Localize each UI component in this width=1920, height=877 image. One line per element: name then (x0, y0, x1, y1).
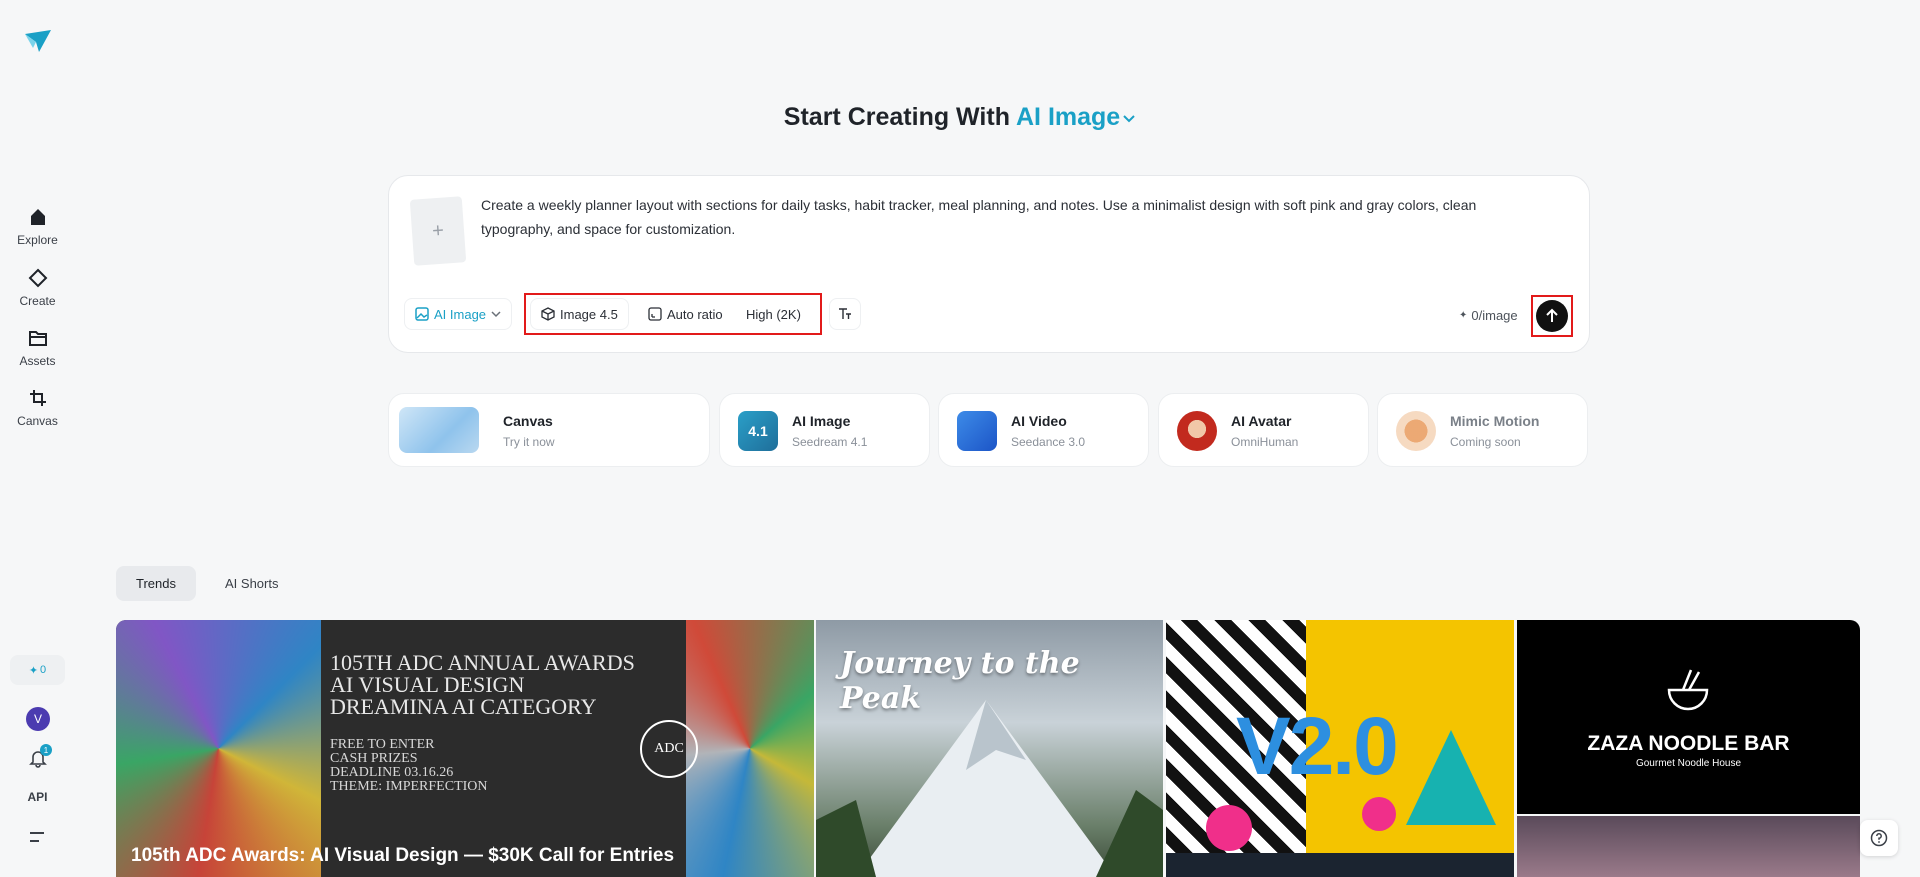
noodle-bowl-icon (1667, 669, 1709, 711)
card-subtitle: OmniHuman (1231, 435, 1299, 449)
text-icon (839, 308, 851, 319)
adc-poster-line: DREAMINA AI CATEGORY (330, 694, 597, 719)
help-button[interactable] (1860, 820, 1898, 856)
gallery-caption: 105th ADC Awards: AI Visual Design — $30… (131, 845, 675, 866)
api-link[interactable]: API (0, 790, 75, 804)
v2-pyramid (1406, 730, 1496, 825)
mimic-motion-thumbnail (1396, 411, 1436, 451)
card-title: Canvas (503, 413, 553, 429)
gallery-tile-zaza-noodle[interactable]: ZAZA NOODLE BAR Gourmet Noodle House (1517, 620, 1860, 814)
sidebar-item-label: Assets (19, 354, 56, 368)
sidebar-item-create[interactable]: Create (0, 268, 75, 310)
adc-poster-detail: THEME: IMPERFECTION (330, 779, 488, 794)
sparkle-icon: ✦ (28, 664, 39, 677)
card-subtitle: Seedream 4.1 (792, 435, 868, 449)
card-ai-video[interactable]: AI Video Seedance 3.0 (938, 393, 1149, 467)
adc-poster-art-right (686, 620, 814, 877)
tab-trends[interactable]: Trends (116, 566, 196, 601)
page-title-prefix: Start Creating With (783, 103, 1010, 131)
canvas-thumbnail (399, 407, 479, 453)
card-title: AI Video (1011, 413, 1067, 429)
diamond-icon (28, 268, 47, 288)
home-icon (30, 209, 45, 225)
sidebar-item-canvas[interactable]: Canvas (0, 388, 75, 430)
card-canvas[interactable]: Canvas Try it now (388, 393, 710, 467)
generator-select-label: AI Image (434, 306, 487, 322)
mode-dropdown-label: AI Image (1016, 103, 1121, 131)
plus-icon: + (431, 219, 445, 242)
cost-value: 0/image (1471, 308, 1518, 323)
crop-icon (29, 390, 46, 406)
chevron-down-icon (1123, 115, 1135, 123)
settings-highlight (524, 293, 822, 335)
card-title: Mimic Motion (1450, 413, 1540, 429)
upload-reference-button[interactable]: + (409, 196, 467, 266)
sparkle-icon: ✦ (1459, 310, 1468, 321)
sidebar-item-explore[interactable]: Explore (0, 207, 75, 249)
gallery-tile-adc-awards[interactable]: 105TH ADC ANNUAL AWARDS AI VISUAL DESIGN… (116, 620, 814, 877)
mode-dropdown[interactable]: AI Image (1016, 103, 1136, 131)
adc-poster-line: 105TH ADC ANNUAL AWARDS (330, 650, 635, 675)
adc-poster-detail: DEADLINE 03.16.26 (330, 765, 454, 780)
ai-image-thumbnail: 4.1 (738, 411, 778, 451)
adc-poster-headline: 105TH ADC ANNUAL AWARDS AI VISUAL DESIGN… (330, 652, 690, 718)
sidebar-item-label: Explore (17, 233, 58, 247)
image-icon (415, 307, 429, 321)
generator-select[interactable]: AI Image (404, 298, 513, 330)
gallery-tile-v2[interactable]: V2.0 (1166, 620, 1514, 877)
ai-avatar-thumbnail (1177, 411, 1217, 451)
tab-ai-shorts[interactable]: AI Shorts (205, 566, 298, 601)
adc-poster-detail: FREE TO ENTER (330, 737, 435, 752)
adc-poster-detail: CASH PRIZES (330, 751, 418, 766)
card-ai-avatar[interactable]: AI Avatar OmniHuman (1158, 393, 1369, 467)
ai-video-thumbnail (957, 411, 997, 451)
adc-poster-art-left (116, 620, 321, 877)
text-style-button[interactable] (829, 298, 861, 330)
sidebar-item-assets[interactable]: Assets (0, 328, 75, 370)
zaza-title: ZAZA NOODLE BAR (1587, 732, 1790, 755)
notification-badge: 1 (40, 744, 52, 756)
card-title: AI Avatar (1231, 413, 1292, 429)
ai-image-version-badge: 4.1 (748, 423, 768, 439)
sidebar-item-label: Create (19, 294, 56, 308)
zaza-subtitle: Gourmet Noodle House (1635, 758, 1742, 769)
card-ai-image[interactable]: 4.1 AI Image Seedream 4.1 (719, 393, 930, 467)
sidebar-item-label: Canvas (17, 414, 58, 428)
card-subtitle: Try it now (503, 435, 555, 449)
card-subtitle: Coming soon (1450, 435, 1521, 449)
card-mimic-motion[interactable]: Mimic Motion Coming soon (1377, 393, 1588, 467)
gallery-tile-journey-peak[interactable]: Journey to the Peak (816, 620, 1163, 877)
prompt-panel: + Create a weekly planner layout with se… (388, 175, 1590, 353)
adc-seal-text: ADC (654, 741, 684, 756)
adc-seal: ADC (640, 720, 698, 778)
adc-poster-line: AI VISUAL DESIGN (330, 672, 525, 697)
credits-count: 0 (40, 664, 47, 676)
credits-button[interactable]: ✦ 0 (10, 655, 65, 685)
journey-title: Journey to the Peak (840, 646, 1080, 716)
adc-poster-details: FREE TO ENTER CASH PRIZES DEADLINE 03.16… (330, 738, 590, 794)
prompt-input[interactable]: Create a weekly planner layout with sect… (481, 193, 1551, 241)
card-subtitle: Seedance 3.0 (1011, 435, 1086, 449)
cost-indicator: ✦ 0/image (1459, 308, 1518, 323)
page-title: Start Creating With AI Image (0, 103, 1920, 132)
gallery-tile-sunset[interactable] (1517, 816, 1860, 877)
v2-ball-right (1362, 797, 1396, 831)
menu-icon[interactable] (29, 830, 45, 844)
logo-icon[interactable] (23, 28, 53, 54)
avatar[interactable]: V (26, 707, 50, 731)
v2-ball-left (1206, 805, 1252, 851)
v2-title: V2.0 (1236, 701, 1399, 792)
gallery-tile-dark[interactable] (1166, 853, 1514, 877)
send-highlight (1531, 295, 1573, 337)
card-title: AI Image (792, 413, 851, 429)
chevron-down-icon (491, 311, 501, 318)
question-icon (1870, 829, 1888, 847)
folder-icon (28, 331, 47, 346)
